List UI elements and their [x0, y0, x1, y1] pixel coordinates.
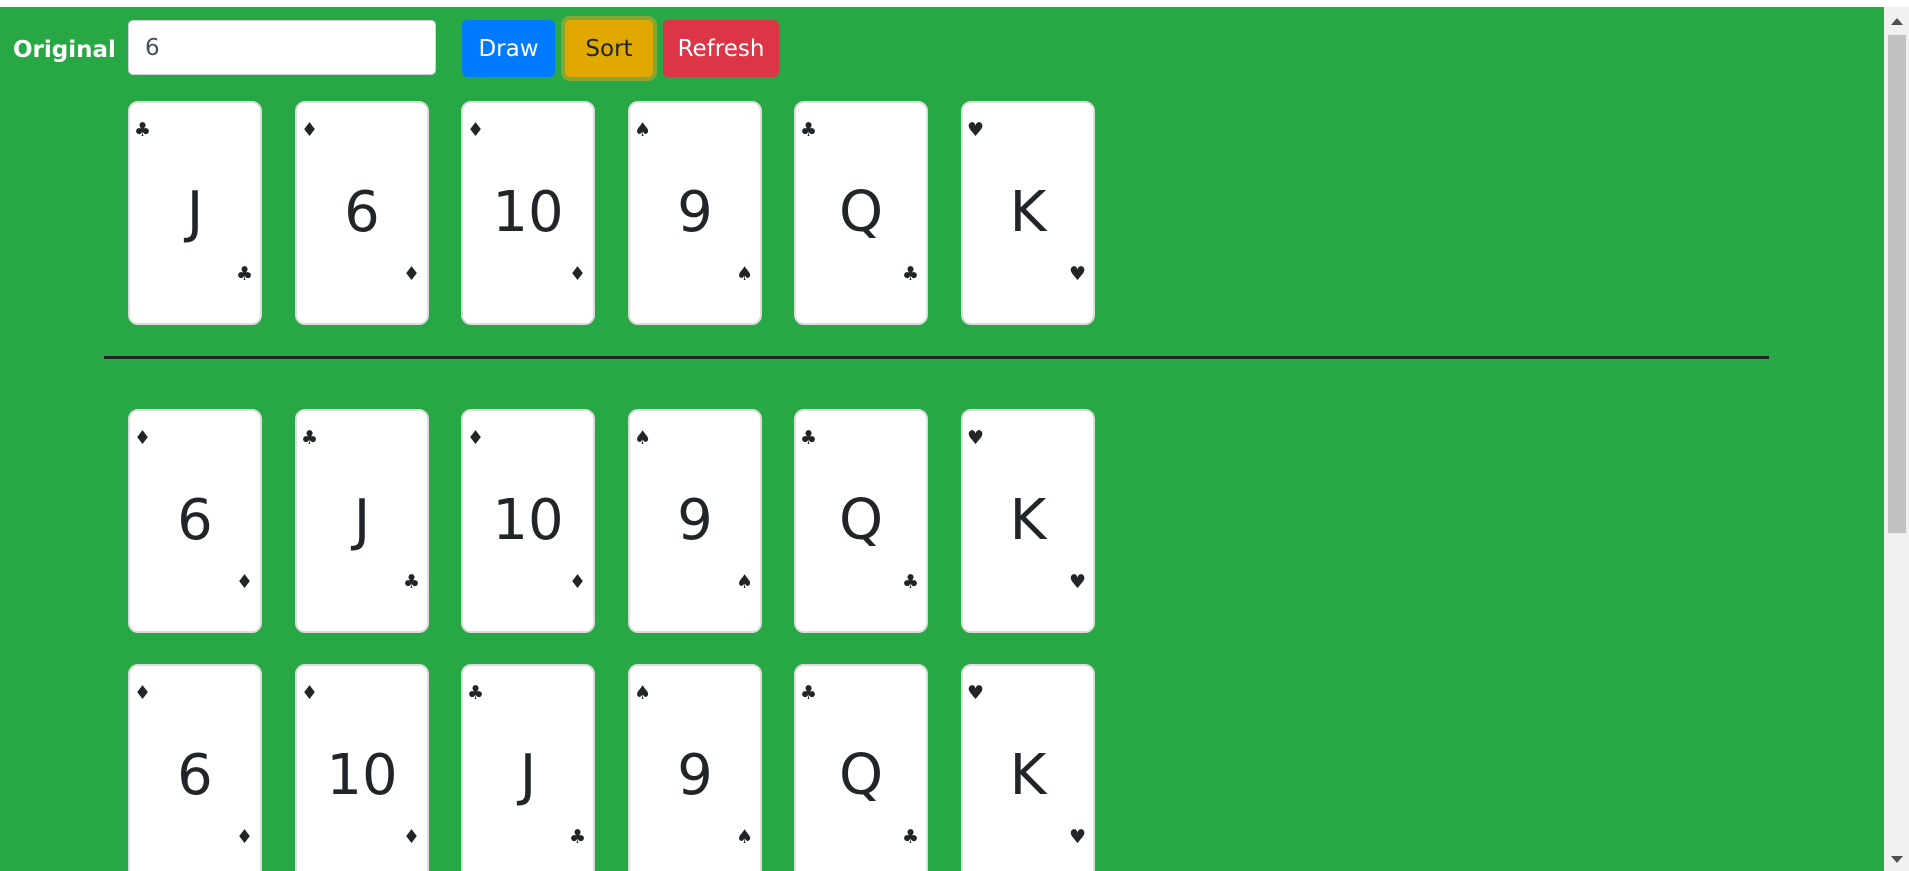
scrollbar-thumb[interactable] [1888, 35, 1906, 533]
suit-icon: ♦ [402, 263, 420, 285]
suit-icon: ♦ [235, 826, 253, 848]
suit-icon: ♣ [800, 682, 818, 704]
playing-card[interactable]: ♣ Q ♣ [794, 664, 928, 871]
playing-card[interactable]: ♦ 10 ♦ [461, 101, 595, 325]
vertical-scrollbar[interactable] [1884, 7, 1909, 871]
playing-card[interactable]: ♦ 10 ♦ [461, 409, 595, 633]
suit-icon: ♣ [568, 826, 586, 848]
playing-card[interactable]: ♣ Q ♣ [794, 409, 928, 633]
suit-icon: ♦ [568, 263, 586, 285]
suit-icon: ♥ [1068, 826, 1086, 848]
card-rank: J [353, 488, 371, 553]
playing-card[interactable]: ♦ 6 ♦ [295, 101, 429, 325]
playing-card[interactable]: ♣ J ♣ [295, 409, 429, 633]
divider [104, 356, 1769, 359]
suit-icon: ♣ [901, 263, 919, 285]
suit-icon: ♦ [235, 571, 253, 593]
suit-icon: ♥ [1068, 263, 1086, 285]
card-rank: J [519, 743, 537, 808]
playing-card[interactable]: ♦ 6 ♦ [128, 664, 262, 871]
card-rank: 10 [492, 180, 564, 245]
suit-icon: ♠ [634, 682, 652, 704]
suit-icon: ♦ [467, 427, 485, 449]
suit-icon: ♠ [634, 119, 652, 141]
playing-card[interactable]: ♠ 9 ♠ [628, 101, 762, 325]
card-rank: 9 [677, 180, 713, 245]
playing-card[interactable]: ♥ K ♥ [961, 409, 1095, 633]
original-label: Original [13, 37, 116, 63]
sort-button[interactable]: Sort [565, 20, 653, 77]
card-rank: 6 [344, 180, 380, 245]
suit-icon: ♣ [235, 263, 253, 285]
refresh-button[interactable]: Refresh [663, 20, 779, 77]
card-rank: Q [838, 488, 884, 553]
toolbar: Original Draw Sort Refresh [0, 20, 900, 77]
suit-icon: ♥ [1068, 571, 1086, 593]
suit-icon: ♣ [800, 119, 818, 141]
suit-icon: ♥ [967, 682, 985, 704]
suit-icon: ♦ [568, 571, 586, 593]
suit-icon: ♣ [800, 427, 818, 449]
card-table: Original Draw Sort Refresh ♣ J ♣ ♦ 6 ♦ ♦… [0, 7, 1884, 871]
suit-icon: ♠ [735, 826, 753, 848]
card-rank: Q [838, 180, 884, 245]
suit-icon: ♥ [967, 427, 985, 449]
card-rank: 6 [177, 743, 213, 808]
playing-card[interactable]: ♠ 9 ♠ [628, 409, 762, 633]
playing-card[interactable]: ♥ K ♥ [961, 101, 1095, 325]
suit-icon: ♣ [901, 571, 919, 593]
suit-icon: ♥ [967, 119, 985, 141]
suit-icon: ♠ [735, 571, 753, 593]
suit-icon: ♣ [134, 119, 152, 141]
playing-card[interactable]: ♣ J ♣ [461, 664, 595, 871]
suit-icon: ♦ [301, 682, 319, 704]
suit-icon: ♠ [735, 263, 753, 285]
suit-icon: ♦ [134, 682, 152, 704]
suit-icon: ♣ [402, 571, 420, 593]
suit-icon: ♦ [134, 427, 152, 449]
playing-card[interactable]: ♣ J ♣ [128, 101, 262, 325]
suit-icon: ♠ [634, 427, 652, 449]
suit-icon: ♣ [901, 826, 919, 848]
card-rank: J [186, 180, 204, 245]
playing-card[interactable]: ♣ Q ♣ [794, 101, 928, 325]
playing-card[interactable]: ♦ 10 ♦ [295, 664, 429, 871]
suit-icon: ♦ [402, 826, 420, 848]
card-rank: 6 [177, 488, 213, 553]
suit-icon: ♦ [301, 119, 319, 141]
playing-card[interactable]: ♠ 9 ♠ [628, 664, 762, 871]
playing-card[interactable]: ♦ 6 ♦ [128, 409, 262, 633]
card-rank: K [1009, 488, 1047, 553]
card-rank: 10 [326, 743, 398, 808]
card-rank: 9 [677, 488, 713, 553]
scroll-up-arrow-icon[interactable] [1891, 18, 1903, 25]
suit-icon: ♣ [467, 682, 485, 704]
card-rank: 10 [492, 488, 564, 553]
draw-count-input[interactable] [128, 20, 436, 75]
scroll-down-arrow-icon[interactable] [1891, 856, 1903, 863]
card-rank: K [1009, 180, 1047, 245]
top-strip [0, 0, 1909, 7]
playing-card[interactable]: ♥ K ♥ [961, 664, 1095, 871]
card-rank: 9 [677, 743, 713, 808]
suit-icon: ♣ [301, 427, 319, 449]
card-rank: K [1009, 743, 1047, 808]
draw-button[interactable]: Draw [462, 20, 555, 77]
card-rank: Q [838, 743, 884, 808]
suit-icon: ♦ [467, 119, 485, 141]
